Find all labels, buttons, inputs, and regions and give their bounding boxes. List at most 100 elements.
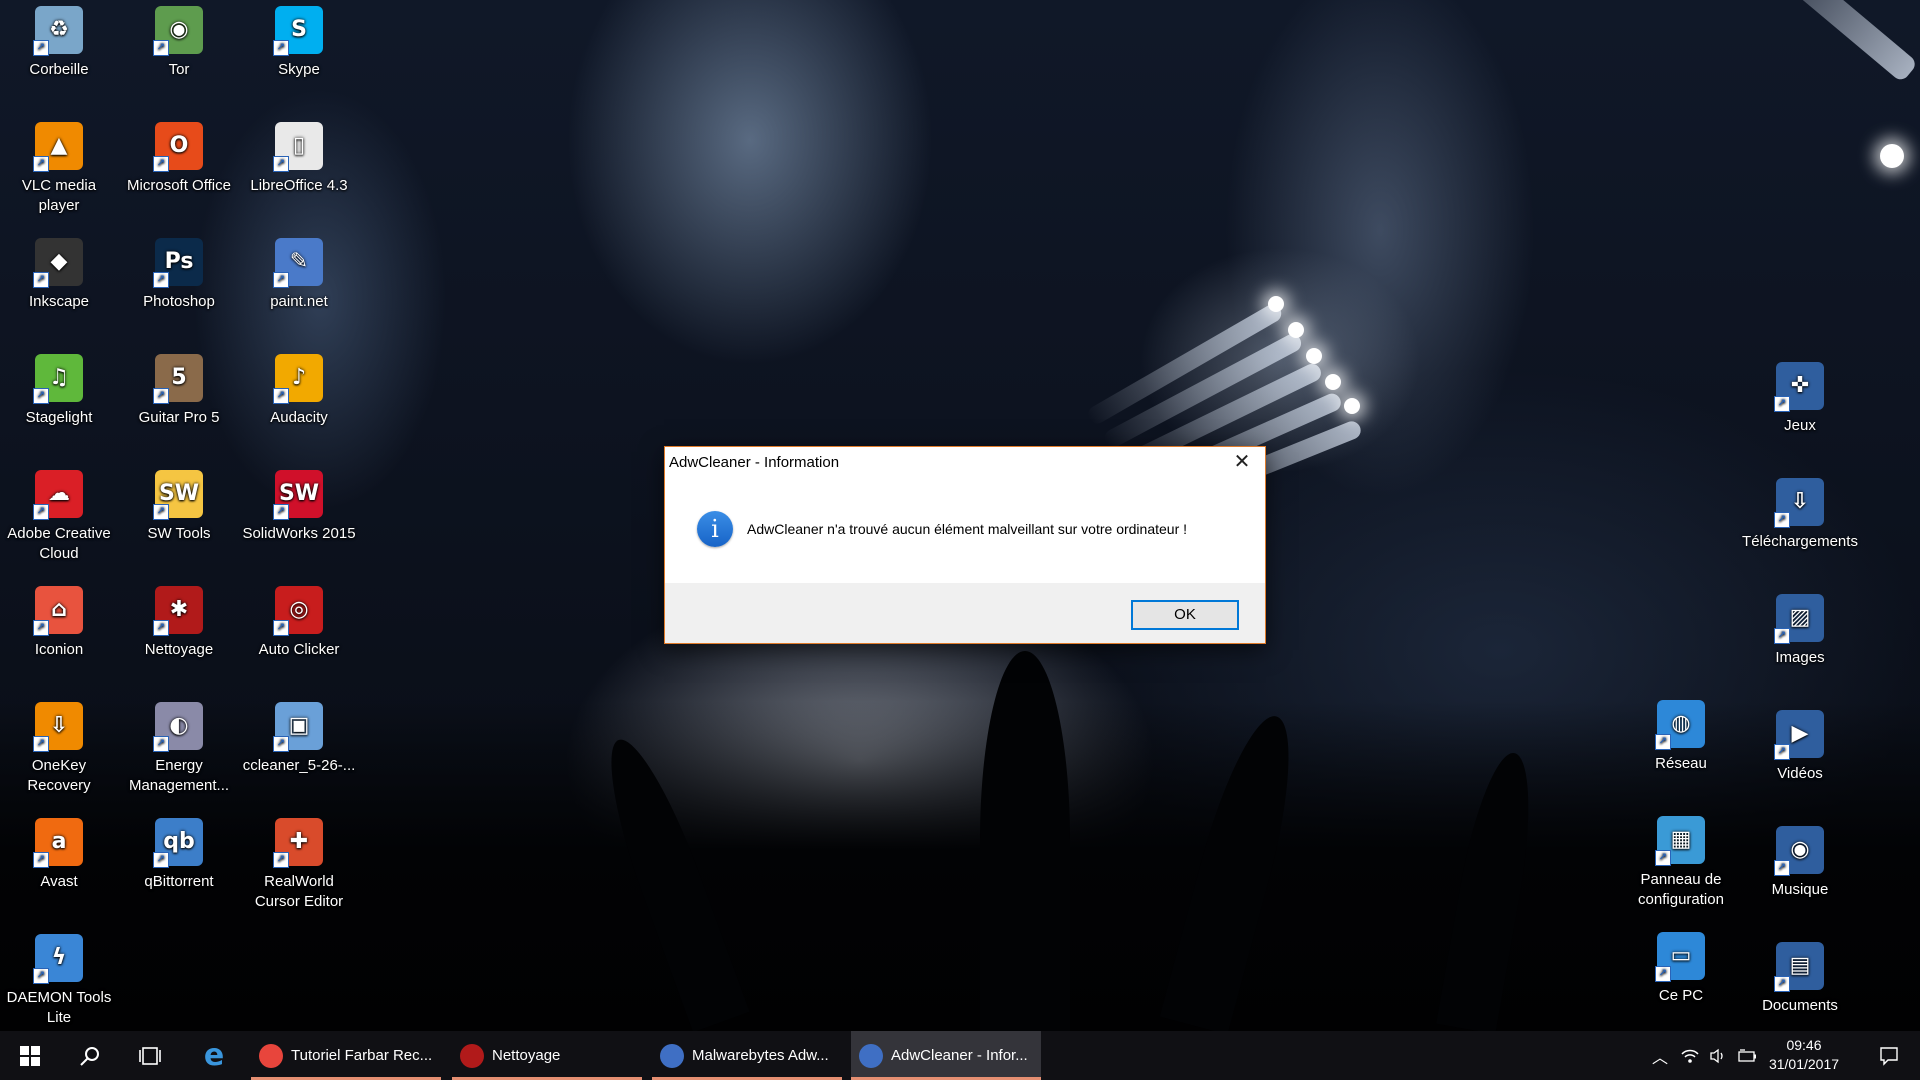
clock[interactable]: 09:46 31/01/2017 [1754, 1036, 1854, 1074]
desktop-icon-label: Skype [278, 61, 320, 78]
desktop-icon-pictures-folder[interactable]: ▨ ↗ Images [1741, 594, 1859, 668]
desktop-icon-label: Jeux [1784, 417, 1816, 434]
desktop-icon-music-folder[interactable]: ◉ ↗ Musique [1741, 826, 1859, 900]
desktop-icon-ccleaner-installer[interactable]: ▣ ↗ ccleaner_5-26-... [240, 702, 358, 776]
taskbar-task-nettoyage[interactable]: Nettoyage [452, 1031, 642, 1080]
desktop-icon-inkscape[interactable]: ◆ ↗ Inkscape [0, 238, 118, 312]
task-view-icon [139, 1046, 161, 1065]
shortcut-arrow-icon: ↗ [273, 736, 289, 752]
desktop-icon-label: Tor [168, 61, 190, 78]
desktop-icon-videos-folder[interactable]: ▶ ↗ Vidéos [1741, 710, 1859, 784]
shortcut-arrow-icon: ↗ [273, 620, 289, 636]
desktop-icon-label: qBittorrent [144, 873, 214, 890]
icon-glyph: ⇩ [1790, 489, 1810, 514]
desktop-icon-recycle-bin[interactable]: ♻ ↗ Corbeille [0, 6, 118, 80]
close-icon[interactable]: ✕ [1219, 447, 1265, 477]
shortcut-arrow-icon: ↗ [273, 40, 289, 56]
taskbar-task-adwcleaner[interactable]: AdwCleaner - Infor... [851, 1031, 1041, 1080]
desktop-icon-iconion[interactable]: ⌂ ↗ Iconion [0, 586, 118, 660]
iconion-icon: ⌂ ↗ [33, 586, 83, 636]
tor-globe-icon: ◉ ↗ [153, 6, 203, 56]
dialog-body: i AdwCleaner n'a trouvé aucun élément ma… [665, 477, 1265, 583]
desktop-icon-network[interactable]: ◍ ↗ Réseau [1622, 700, 1740, 774]
desktop-icon-control-panel[interactable]: ▦ ↗ Panneau de configuration [1622, 816, 1740, 910]
chevron-up-icon: ︿ [1651, 1049, 1668, 1067]
desktop-icon-label: Avast [40, 873, 78, 890]
desktop-icon-documents-folder[interactable]: ▤ ↗ Documents [1741, 942, 1859, 1016]
this-pc-icon: ▭ ↗ [1655, 932, 1705, 982]
desktop-icon-guitar-pro[interactable]: 5 ↗ Guitar Pro 5 [120, 354, 238, 428]
icon-glyph: ϟ [51, 945, 67, 970]
shortcut-arrow-icon: ↗ [153, 40, 169, 56]
desktop-icon-sw-tools[interactable]: SW ↗ SW Tools [120, 470, 238, 544]
taskbar-task-label: Malwarebytes Adw... [692, 1047, 829, 1064]
search-button[interactable] [60, 1031, 120, 1080]
downloads-folder-icon: ⇩ ↗ [1774, 478, 1824, 528]
desktop-icon-libreoffice[interactable]: ▯ ↗ LibreOffice 4.3 [240, 122, 358, 196]
paintnet-icon: ✎ ↗ [273, 238, 323, 288]
network-tray-button[interactable] [1675, 1031, 1705, 1080]
desktop-icon-label: SolidWorks 2015 [242, 525, 356, 542]
spotlight-beam [1740, 0, 1919, 83]
malwarebytes-adwcleaner-icon [660, 1043, 684, 1068]
desktop-icon-paintnet[interactable]: ✎ ↗ paint.net [240, 238, 358, 312]
clock-date: 31/01/2017 [1768, 1056, 1840, 1072]
desktop-icon-stagelight[interactable]: ♫ ↗ Stagelight [0, 354, 118, 428]
desktop-icon-cursor-editor[interactable]: ✚ ↗ RealWorld Cursor Editor [240, 818, 358, 912]
dialog-titlebar[interactable]: AdwCleaner - Information ✕ [665, 447, 1265, 477]
music-folder-icon: ◉ ↗ [1774, 826, 1824, 876]
icon-glyph: ◆ [50, 249, 68, 274]
shortcut-arrow-icon: ↗ [273, 504, 289, 520]
desktop-icon-energy-management[interactable]: ◐ ↗ Energy Management... [120, 702, 238, 796]
taskbar: e Tutoriel Farbar Rec... Nettoyage Malware… [0, 1031, 1920, 1080]
shortcut-arrow-icon: ↗ [1774, 628, 1790, 644]
desktop-icon-vlc-cone[interactable]: ▲ ↗ VLC media player [0, 122, 118, 216]
desktop-icon-audacity[interactable]: ♪ ↗ Audacity [240, 354, 358, 428]
desktop-icon-solidworks[interactable]: SW ↗ SolidWorks 2015 [240, 470, 358, 544]
desktop-icon-label: Audacity [270, 409, 328, 426]
desktop-icon-skype[interactable]: S ↗ Skype [240, 6, 358, 80]
icon-glyph: ⇩ [49, 713, 69, 738]
desktop-icon-daemon-tools[interactable]: ϟ ↗ DAEMON Tools Lite [0, 934, 118, 1028]
shortcut-arrow-icon: ↗ [153, 852, 169, 868]
taskbar-task-chrome[interactable]: Tutoriel Farbar Rec... [251, 1031, 441, 1080]
stage-light [1288, 322, 1304, 338]
taskbar-task-malwarebytes-adwcleaner[interactable]: Malwarebytes Adw... [652, 1031, 842, 1080]
volume-tray-button[interactable] [1703, 1031, 1733, 1080]
icon-glyph: ✚ [289, 829, 309, 854]
shortcut-arrow-icon: ↗ [273, 852, 289, 868]
qbittorrent-icon: qb ↗ [153, 818, 203, 868]
shortcut-arrow-icon: ↗ [1655, 734, 1671, 750]
desktop-icon-creative-cloud[interactable]: ☁ ↗ Adobe Creative Cloud [0, 470, 118, 564]
icon-glyph: ◍ [1671, 711, 1691, 736]
desktop-icon-qbittorrent[interactable]: qb ↗ qBittorrent [120, 818, 238, 892]
desktop-icon-onekey-recovery[interactable]: ⇩ ↗ OneKey Recovery [0, 702, 118, 796]
videos-folder-icon: ▶ ↗ [1774, 710, 1824, 760]
start-button[interactable] [0, 1031, 60, 1080]
crowd-hand [980, 651, 1070, 1031]
desktop-icon-office[interactable]: O ↗ Microsoft Office [120, 122, 238, 196]
desktop-icon-photoshop[interactable]: Ps ↗ Photoshop [120, 238, 238, 312]
ok-button[interactable]: OK [1131, 600, 1239, 630]
taskbar-task-label: AdwCleaner - Infor... [891, 1047, 1028, 1064]
desktop-icon-gamepad[interactable]: ✜ ↗ Jeux [1741, 362, 1859, 436]
desktop-icon-auto-clicker[interactable]: ◎ ↗ Auto Clicker [240, 586, 358, 660]
desktop-icon-avast[interactable]: a ↗ Avast [0, 818, 118, 892]
desktop-icon-label: DAEMON Tools Lite [6, 989, 112, 1026]
shortcut-arrow-icon: ↗ [1774, 860, 1790, 876]
desktop-icon-this-pc[interactable]: ▭ ↗ Ce PC [1622, 932, 1740, 1006]
icon-glyph: ▶ [1791, 721, 1809, 746]
desktop-icon-nettoyage[interactable]: ✱ ↗ Nettoyage [120, 586, 238, 660]
edge-button[interactable]: e [184, 1031, 244, 1080]
task-view-button[interactable] [120, 1031, 180, 1080]
desktop-icon-downloads-folder[interactable]: ⇩ ↗ Téléchargements [1741, 478, 1859, 552]
action-center-button[interactable] [1864, 1031, 1914, 1080]
icon-glyph: qb [163, 829, 195, 854]
dialog-footer: OK [665, 583, 1265, 643]
shortcut-arrow-icon: ↗ [1655, 966, 1671, 982]
ccleaner-installer-icon: ▣ ↗ [273, 702, 323, 752]
vlc-cone-icon: ▲ ↗ [33, 122, 83, 172]
show-hidden-icons-button[interactable]: ︿ [1645, 1031, 1675, 1080]
desktop-icon-label: VLC media player [21, 177, 97, 214]
desktop-icon-tor-globe[interactable]: ◉ ↗ Tor [120, 6, 238, 80]
